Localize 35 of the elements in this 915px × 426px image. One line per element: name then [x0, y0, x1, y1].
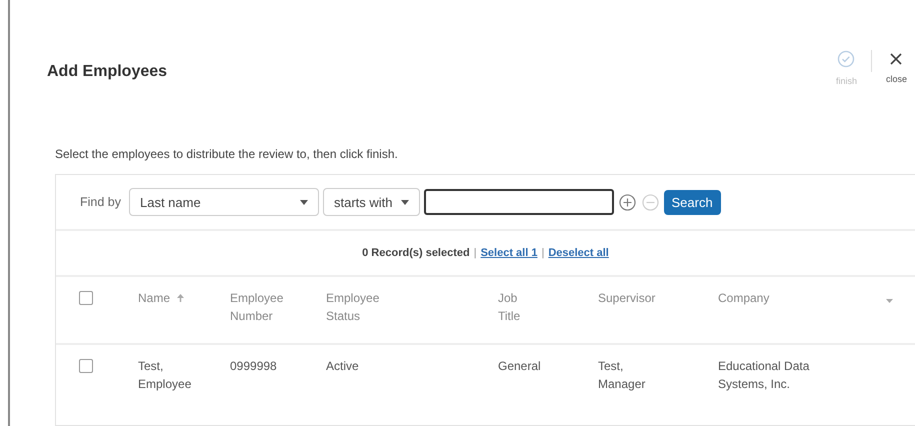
- find-by-label: Find by: [80, 195, 121, 209]
- separator: |: [541, 247, 544, 259]
- field-dropdown[interactable]: Last name: [129, 188, 319, 216]
- table-cell-text: Educational Data Systems, Inc.: [718, 358, 810, 393]
- caret-icon: [300, 200, 308, 204]
- close-icon: [889, 52, 904, 66]
- column-header[interactable]: Name: [138, 289, 184, 307]
- select-all-checkbox[interactable]: [79, 291, 93, 305]
- column-header[interactable]: Supervisor: [598, 289, 656, 307]
- sort-arrow-icon: [177, 294, 184, 302]
- table-cell-text: 0999998: [230, 358, 277, 375]
- column-header[interactable]: Employee Status: [326, 289, 388, 325]
- instruction-text: Select the employees to distribute the review to, then click finish.: [55, 147, 399, 161]
- search-button[interactable]: Search: [664, 190, 721, 214]
- operator-dropdown[interactable]: starts with: [323, 188, 420, 216]
- column-header[interactable]: Job Title: [498, 289, 538, 325]
- column-header[interactable]: Company: [718, 289, 770, 307]
- caret-icon[interactable]: [886, 299, 893, 303]
- add-icon[interactable]: [618, 194, 636, 210]
- dialog-title: Add Employees: [47, 63, 168, 81]
- select-all-link[interactable]: Select all 1: [480, 247, 538, 259]
- table-cell-text: General: [498, 358, 538, 375]
- row-checkbox[interactable]: [79, 359, 93, 373]
- table-cell-text: Active: [326, 358, 359, 375]
- deselect-all-link[interactable]: Deselect all: [548, 247, 609, 259]
- column-header[interactable]: Employee Number: [230, 289, 292, 325]
- search-field[interactable]: [424, 189, 614, 215]
- check-circle-icon: [837, 50, 856, 68]
- caret-icon: [400, 200, 409, 204]
- table-cell-text: Test, Employee: [138, 358, 192, 393]
- remove-icon[interactable]: [642, 194, 659, 210]
- close-button[interactable]: close: [886, 52, 907, 84]
- table-cell-text: Test, Manager: [598, 358, 646, 393]
- selection-count: 0 Record(s) selected: [362, 247, 470, 259]
- separator: |: [474, 247, 477, 259]
